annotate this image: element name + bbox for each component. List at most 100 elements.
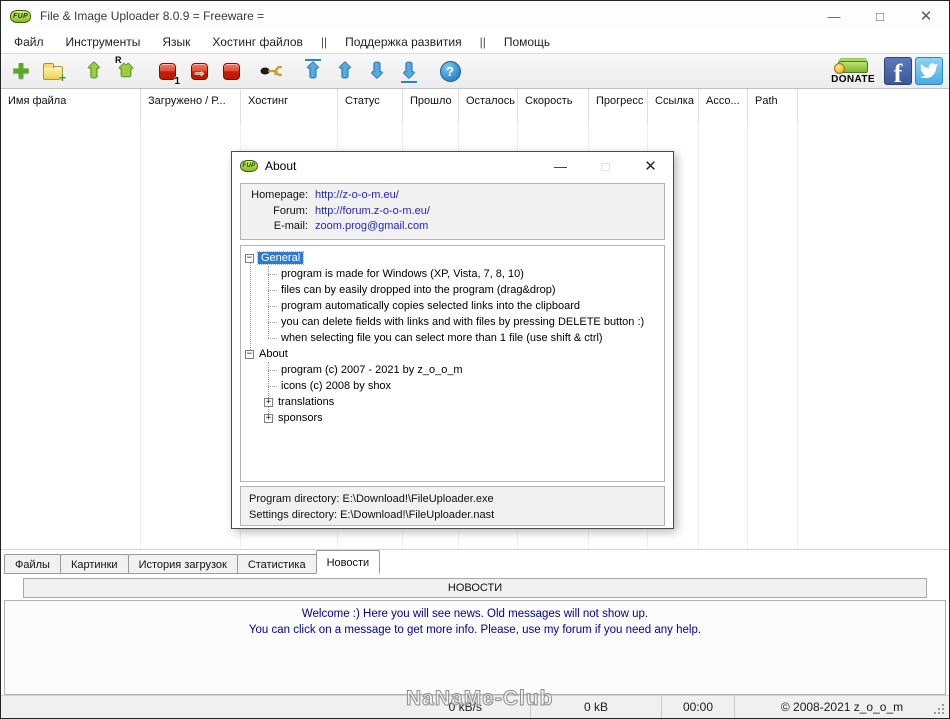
column-header-11[interactable]: Path [748,89,798,123]
facebook-icon[interactable]: f [884,57,912,85]
upload-icon[interactable]: ⬆ [82,58,106,84]
help-icon[interactable]: ? [438,58,462,84]
dialog-directories-panel: Program directory: E:\Download!\FileUplo… [240,486,665,526]
column-header-8[interactable]: Прогресс [589,89,648,123]
donate-label: DONATE [831,74,875,85]
upload-resume-icon-badge: R [115,55,122,65]
tab-История загрузок[interactable]: История загрузок [128,554,238,574]
resume-upload-icon-glyph: → [192,64,206,78]
twitter-icon[interactable] [915,57,943,85]
dialog-info-link[interactable]: http://forum.z-o-o-m.eu/ [315,204,430,220]
upload-resume-icon[interactable]: ⬆⬆R [114,58,138,84]
tab-Файлы[interactable]: Файлы [4,554,61,574]
tree-row[interactable]: files can by easily dropped into the pro… [241,282,664,298]
tab-Новости[interactable]: Новости [316,550,381,574]
column-header-2[interactable]: Загружено / Р... [141,89,241,123]
column-header-10[interactable]: Acco... [699,89,748,123]
app-window: FUP File & Image Uploader 8.0.9 = Freewa… [0,0,950,719]
menu-item[interactable]: Помощь [493,32,561,52]
tree-item-label[interactable]: sponsors [278,412,323,424]
move-up-icon[interactable]: ⬆ [333,58,357,84]
tree-row[interactable]: when selecting file you can select more … [241,330,664,346]
tree-row[interactable]: you can delete fields with links and wit… [241,314,664,330]
tree-item-label[interactable]: General [258,252,303,264]
window-controls: — □ ✕ [811,1,949,31]
minimize-button[interactable]: — [811,1,857,31]
add-folder-icon[interactable] [41,58,65,84]
tree-item-label[interactable]: About [259,348,288,360]
tree-item-label[interactable]: program is made for Windows (XP, Vista, … [281,268,524,280]
menu-item[interactable]: Язык [151,32,201,52]
tree-row[interactable]: program is made for Windows (XP, Vista, … [241,266,664,282]
close-button[interactable]: ✕ [903,1,949,31]
move-up-icon-glyph: ⬆ [337,60,353,83]
about-dialog: FUP About — □ ✕ Homepage:http://z-o-o-m.… [231,151,674,529]
tree-item-label[interactable]: you can delete fields with links and wit… [281,316,644,328]
news-section-header: НОВОСТИ [23,578,927,598]
program-directory: Program directory: E:\Download!\FileUplo… [249,491,664,507]
move-bottom-icon-glyph: ⬇ [401,60,417,83]
column-header-5[interactable]: Прошло [403,89,459,123]
dialog-maximize-button: □ [583,152,628,180]
tree-item-label[interactable]: program (c) 2007 - 2021 by z_o_o_m [281,364,463,376]
resume-upload-icon[interactable]: → [187,58,211,84]
tree-expand-plus-icon[interactable]: + [264,398,273,407]
dialog-info-link[interactable]: zoom.prog@gmail.com [315,219,428,235]
menu-item[interactable]: Хостинг файлов [201,32,314,52]
watermark: NaNaMe-Club [406,687,554,711]
menu-item[interactable]: Файл [3,32,55,52]
tree-row[interactable]: + sponsors [241,410,664,426]
settings-key-icon[interactable] [260,58,284,84]
move-top-icon-glyph: ⬆ [305,60,321,83]
add-files-icon[interactable]: ✚ [9,58,33,84]
column-header-3[interactable]: Хостинг [241,89,338,123]
move-top-icon[interactable]: ⬆ [301,58,325,84]
tree-item-label[interactable]: when selecting file you can select more … [281,332,603,344]
column-header-1[interactable]: Имя файла [1,89,141,123]
toolbar: ✚ ⬆ ⬆⬆R 1 → ⬆ ⬆ ⬇ ⬇? DONATE f [1,53,949,89]
maximize-button[interactable]: □ [857,1,903,31]
tree-row[interactable]: −General [241,250,664,266]
tree-expand-minus-icon[interactable]: − [245,350,254,359]
dialog-title-bar: FUP About — □ ✕ [232,152,673,180]
column-header-6[interactable]: Осталось [459,89,518,123]
tree-expand-plus-icon[interactable]: + [264,414,273,423]
dialog-info-panel: Homepage:http://z-o-o-m.eu/Forum:http://… [240,183,665,240]
column-header-7[interactable]: Скорость [518,89,589,123]
dialog-info-row: Forum:http://forum.z-o-o-m.eu/ [241,204,664,220]
menu-item[interactable]: Инструменты [55,32,152,52]
dialog-app-icon: FUP [240,160,258,172]
news-line[interactable]: Welcome :) Here you will see news. Old m… [5,606,945,622]
tree-row[interactable]: −About [241,346,664,362]
tree-item-label[interactable]: icons (c) 2008 by shox [281,380,391,392]
dialog-info-link[interactable]: http://z-o-o-m.eu/ [315,188,399,204]
dialog-minimize-button[interactable]: — [538,152,583,180]
news-panel[interactable]: Welcome :) Here you will see news. Old m… [4,600,946,695]
tab-Картинки[interactable]: Картинки [60,554,129,574]
settings-directory: Settings directory: E:\Download!\FileUpl… [249,507,664,523]
dialog-close-button[interactable]: ✕ [628,152,673,180]
social-links: DONATE f [831,57,943,85]
donate-button[interactable]: DONATE [831,57,875,85]
dialog-controls: — □ ✕ [538,152,673,180]
move-bottom-icon[interactable]: ⬇ [397,58,421,84]
tab-Статистика[interactable]: Статистика [237,554,317,574]
tree-expand-minus-icon[interactable]: − [245,254,254,263]
tree-row[interactable]: program automatically copies selected li… [241,298,664,314]
move-down-icon[interactable]: ⬇ [365,58,389,84]
news-line[interactable]: You can click on a message to get more i… [5,622,945,638]
stop-icon[interactable] [219,58,243,84]
tree-row[interactable]: program (c) 2007 - 2021 by z_o_o_m [241,362,664,378]
column-header-4[interactable]: Статус [338,89,403,123]
tree-item-label[interactable]: files can by easily dropped into the pro… [281,284,556,296]
tree-row[interactable]: icons (c) 2008 by shox [241,378,664,394]
column-header-9[interactable]: Ссылка [648,89,699,123]
column-grid-line [747,123,748,549]
tree-item-label[interactable]: program automatically copies selected li… [281,300,580,312]
menu-bar: ФайлИнструментыЯзыкХостинг файлов||Подде… [1,31,949,53]
menu-item[interactable]: Поддержка развития [334,32,472,52]
tree-item-label[interactable]: translations [278,396,334,408]
stop-after-current-icon[interactable]: 1 [155,58,179,84]
tree-row[interactable]: + translations [241,394,664,410]
resize-grip[interactable] [942,704,944,706]
